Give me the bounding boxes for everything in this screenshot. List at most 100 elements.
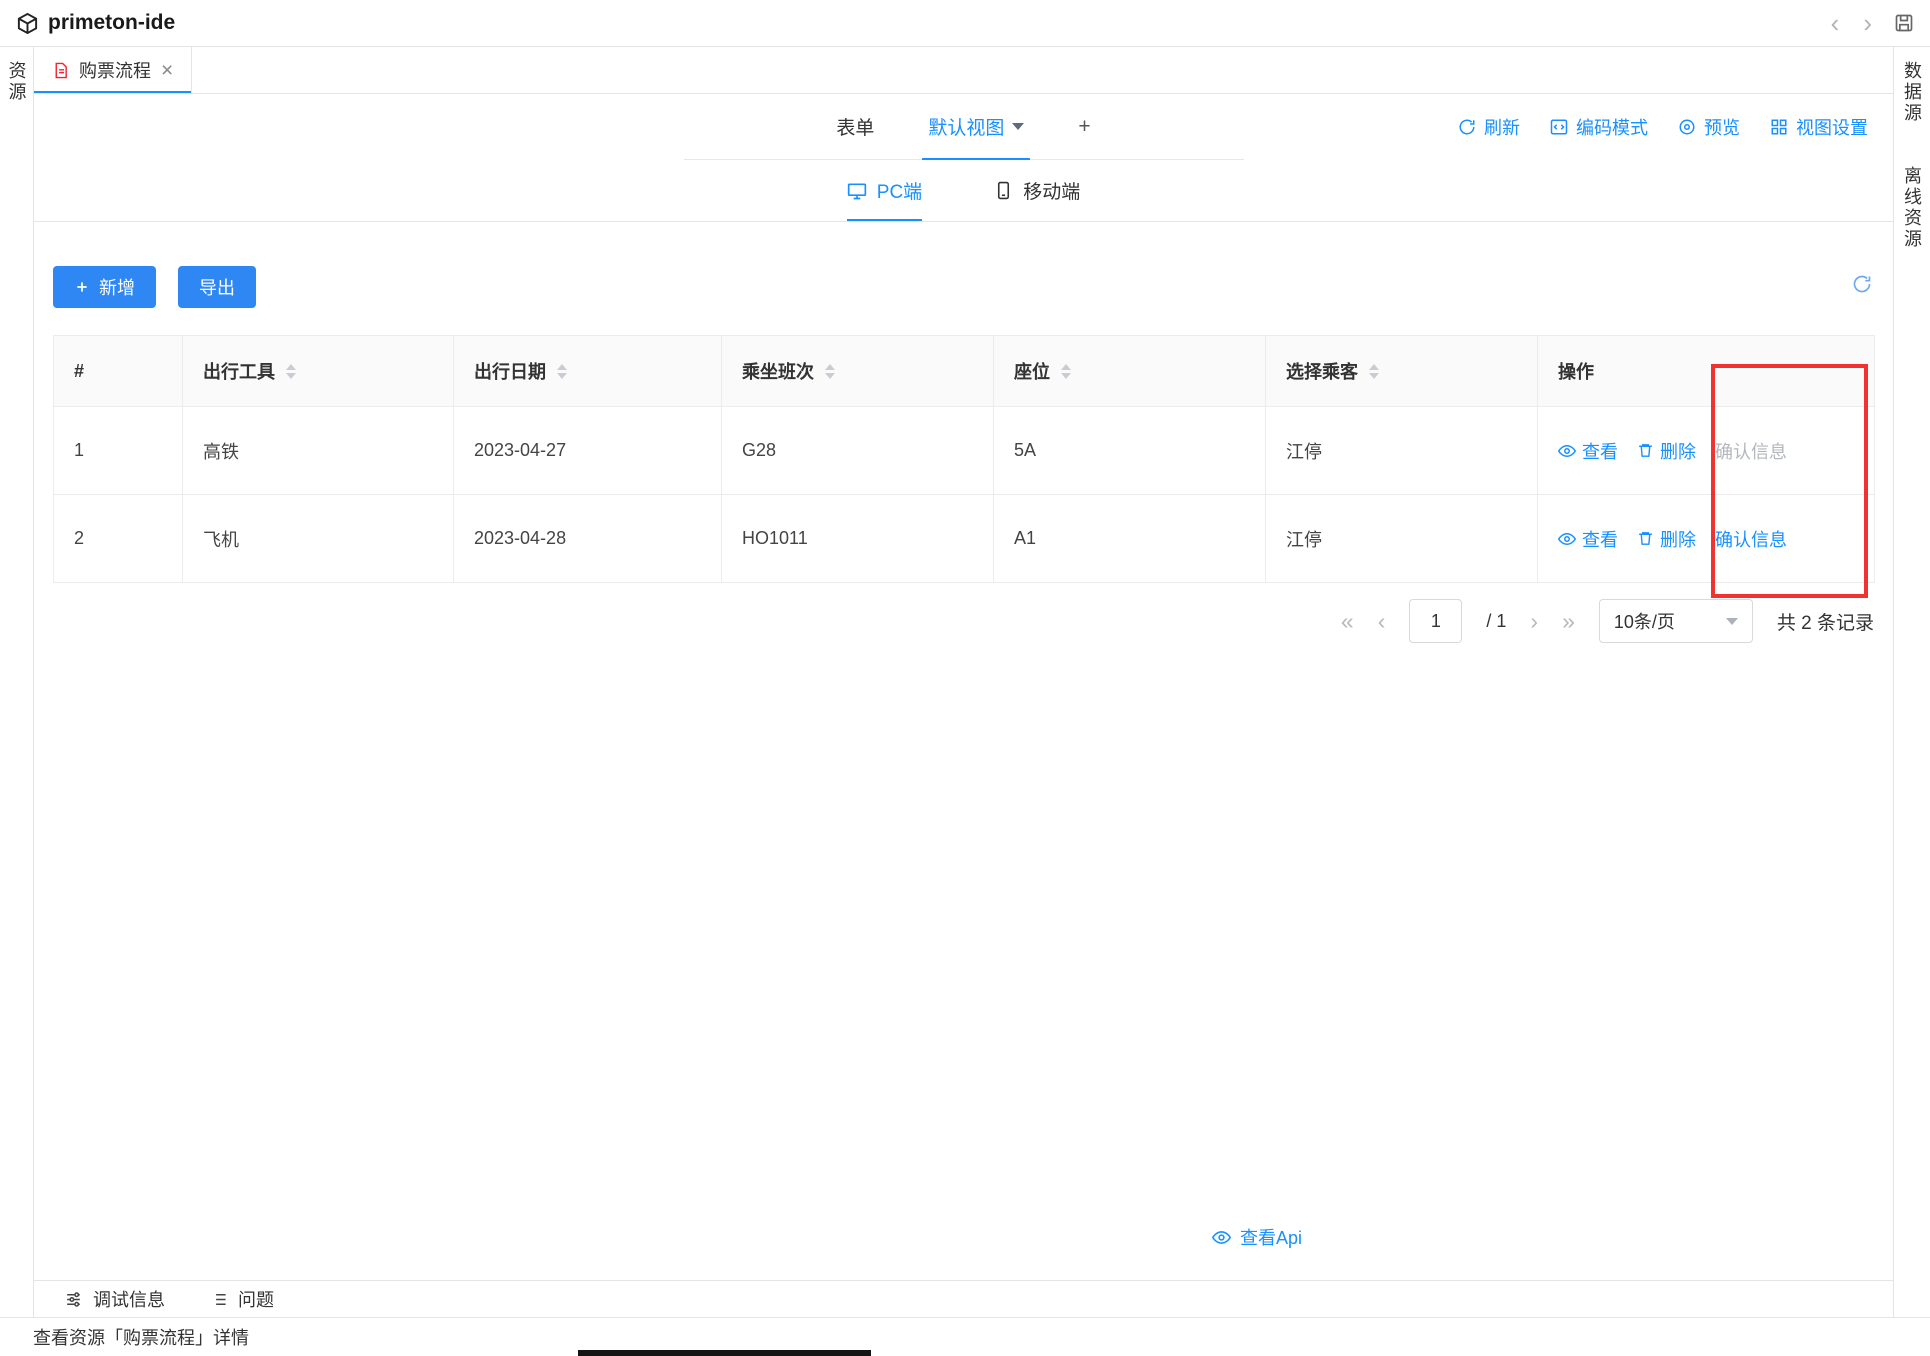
tab-form-label: 表单 xyxy=(836,113,874,140)
refresh-button[interactable]: 刷新 xyxy=(1458,114,1520,140)
cell-passenger: 江停 xyxy=(1266,407,1538,495)
tab-mobile-label: 移动端 xyxy=(1023,177,1080,204)
delete-link-label: 删除 xyxy=(1660,526,1696,552)
rail-item-data-source[interactable]: 数据源 xyxy=(1899,61,1925,124)
confirm-info-label: 确认信息 xyxy=(1715,526,1787,552)
cell-tool: 飞机 xyxy=(183,495,454,583)
grid-icon xyxy=(1770,118,1788,136)
cell-seat: A1 xyxy=(994,495,1266,583)
right-rail: 数据源 离线资源 xyxy=(1893,47,1930,1317)
trash-icon xyxy=(1637,442,1654,459)
column-header-passenger[interactable]: 选择乘客 xyxy=(1266,336,1538,407)
document-icon xyxy=(52,62,69,79)
view-actions: 刷新 编码模式 预览 xyxy=(1458,94,1868,160)
save-icon[interactable] xyxy=(1894,13,1914,33)
confirm-info-link[interactable]: 确认信息 xyxy=(1715,438,1787,464)
tab-pc[interactable]: PC端 xyxy=(847,160,922,221)
column-header-tool[interactable]: 出行工具 xyxy=(183,336,454,407)
delete-link[interactable]: 删除 xyxy=(1637,438,1696,464)
first-page-icon[interactable]: « xyxy=(1341,610,1354,633)
editor-tabbar: 购票流程 × xyxy=(34,47,1893,94)
page-size-select[interactable]: 10条/页 xyxy=(1599,599,1753,643)
view-settings-label: 视图设置 xyxy=(1796,114,1868,140)
app-title: primeton-ide xyxy=(48,11,175,35)
tab-form[interactable]: 表单 xyxy=(836,94,874,159)
code-mode-label: 编码模式 xyxy=(1576,114,1648,140)
left-rail: 资源 xyxy=(0,47,34,1317)
column-header-seat[interactable]: 座位 xyxy=(994,336,1266,407)
data-table: # 出行工具 出行日期 乘坐班次 座位 选择乘客 操作 1 高铁 xyxy=(53,335,1875,583)
view-link[interactable]: 查看 xyxy=(1558,526,1618,552)
device-tabbar: PC端 移动端 xyxy=(34,160,1893,222)
delete-link-label: 删除 xyxy=(1660,438,1696,464)
monitor-icon xyxy=(847,181,867,201)
code-mode-button[interactable]: 编码模式 xyxy=(1550,114,1648,140)
cell-ops: 查看 删除 确认信息 xyxy=(1538,407,1875,495)
export-button-label: 导出 xyxy=(199,274,235,300)
column-header-index: # xyxy=(54,336,183,407)
tab-mobile[interactable]: 移动端 xyxy=(994,160,1080,221)
view-link-label: 查看 xyxy=(1582,438,1618,464)
prev-page-icon[interactable]: ‹ xyxy=(1378,610,1386,633)
eye-icon xyxy=(1558,442,1576,460)
preview-button[interactable]: 预览 xyxy=(1678,114,1740,140)
export-button[interactable]: 导出 xyxy=(178,266,256,308)
list-icon xyxy=(209,1290,228,1309)
sort-icon[interactable] xyxy=(1061,364,1071,379)
tab-pc-label: PC端 xyxy=(877,177,922,204)
status-bar: 查看资源「购票流程」详情 xyxy=(0,1317,1930,1356)
last-page-icon[interactable]: » xyxy=(1562,610,1575,633)
add-button-label: 新增 xyxy=(99,274,135,300)
refresh-icon xyxy=(1458,118,1476,136)
sort-icon[interactable] xyxy=(1369,364,1379,379)
view-settings-button[interactable]: 视图设置 xyxy=(1770,114,1868,140)
column-header-date[interactable]: 出行日期 xyxy=(454,336,722,407)
main-area: 资源 购票流程 × 表单 xyxy=(0,47,1930,1317)
phone-icon xyxy=(994,181,1013,200)
titlebar-actions: ‹ › xyxy=(1829,10,1914,36)
app-logo-icon xyxy=(16,12,39,35)
next-page-icon[interactable]: › xyxy=(1530,610,1538,633)
sort-icon[interactable] xyxy=(286,364,296,379)
chevron-down-icon xyxy=(1726,618,1738,625)
page-total: / 1 xyxy=(1486,611,1506,632)
taskbar-fragment xyxy=(578,1350,871,1356)
rail-item-offline-resources[interactable]: 离线资源 xyxy=(1899,166,1925,250)
cell-tool: 高铁 xyxy=(183,407,454,495)
confirm-info-link[interactable]: 确认信息 xyxy=(1715,526,1787,552)
table-refresh-icon[interactable] xyxy=(1852,274,1872,294)
nav-forward-icon[interactable]: › xyxy=(1861,10,1874,36)
page-input[interactable] xyxy=(1409,599,1462,643)
column-header-train[interactable]: 乘坐班次 xyxy=(722,336,994,407)
cell-train: HO1011 xyxy=(722,495,994,583)
view-tabbar: 表单 默认视图 + 刷新 xyxy=(34,94,1893,160)
problems-label: 问题 xyxy=(238,1286,274,1312)
eye-icon xyxy=(1212,1228,1231,1247)
cell-seat: 5A xyxy=(994,407,1266,495)
view-tabs-group: 表单 默认视图 + xyxy=(684,94,1244,160)
nav-back-icon[interactable]: ‹ xyxy=(1829,10,1842,36)
sort-icon[interactable] xyxy=(557,364,567,379)
tab-default-view[interactable]: 默认视图 xyxy=(928,94,1024,159)
sort-icon[interactable] xyxy=(825,364,835,379)
view-api-link[interactable]: 查看Api xyxy=(1212,1224,1302,1250)
cell-ops: 查看 删除 确认信息 xyxy=(1538,495,1875,583)
refresh-label: 刷新 xyxy=(1484,114,1520,140)
view-link[interactable]: 查看 xyxy=(1558,438,1618,464)
add-view-button[interactable]: + xyxy=(1078,94,1090,159)
editor-tab-ticket-flow[interactable]: 购票流程 × xyxy=(34,47,192,93)
app-window: primeton-ide ‹ › 资源 购票流程 × xyxy=(0,0,1930,1356)
debug-info-button[interactable]: 调试信息 xyxy=(64,1286,165,1312)
editor-tab-label: 购票流程 xyxy=(79,57,151,83)
table-row: 1 高铁 2023-04-27 G28 5A 江停 查看 xyxy=(54,407,1875,495)
total-records: 共 2 条记录 xyxy=(1777,608,1874,635)
view-link-label: 查看 xyxy=(1582,526,1618,552)
delete-link[interactable]: 删除 xyxy=(1637,526,1696,552)
rail-item-resources[interactable]: 资源 xyxy=(4,61,30,103)
page-size-value: 10条/页 xyxy=(1614,608,1675,634)
add-button[interactable]: 新增 xyxy=(53,266,156,308)
close-icon[interactable]: × xyxy=(161,60,173,81)
problems-button[interactable]: 问题 xyxy=(209,1286,274,1312)
cell-train: G28 xyxy=(722,407,994,495)
eye-icon xyxy=(1558,530,1576,548)
